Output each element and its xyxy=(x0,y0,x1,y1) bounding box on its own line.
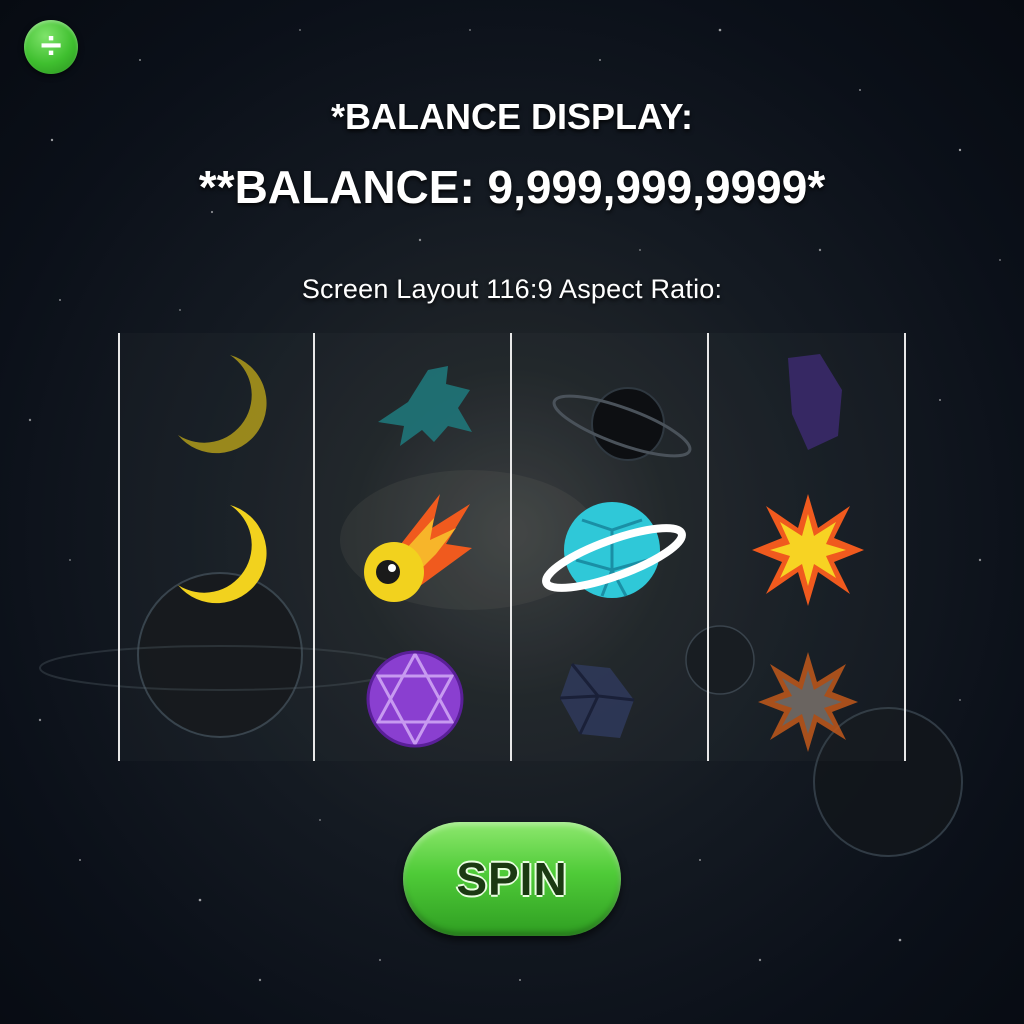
reel-divider xyxy=(118,333,120,761)
balance-value: **BALANCE: 9,999,999,9999* xyxy=(198,161,826,213)
spin-button[interactable]: SPIN xyxy=(403,822,621,936)
reel-divider xyxy=(313,333,315,761)
ringed-planet-icon xyxy=(548,376,696,476)
menu-button[interactable]: ÷ xyxy=(24,20,78,74)
comet-icon xyxy=(360,488,476,606)
divide-icon: ÷ xyxy=(40,24,62,67)
asteroid-icon xyxy=(558,660,636,742)
purple-orb-icon xyxy=(366,650,464,748)
spin-label: SPIN xyxy=(456,853,568,905)
sun-burst-icon xyxy=(750,492,866,608)
purple-rock-icon xyxy=(780,352,848,452)
star-burst-icon xyxy=(756,650,860,754)
teal-fish-icon xyxy=(374,360,474,452)
blue-ringed-planet-icon xyxy=(542,500,688,604)
layout-note: Screen Layout 116:9 Aspect Ratio: xyxy=(301,274,723,304)
moon-icon xyxy=(170,350,270,460)
balance-display-label: *BALANCE DISPLAY: xyxy=(330,96,694,137)
reel-divider xyxy=(904,333,906,761)
reel-divider xyxy=(707,333,709,761)
moon-icon xyxy=(170,500,270,610)
reel-divider xyxy=(510,333,512,761)
